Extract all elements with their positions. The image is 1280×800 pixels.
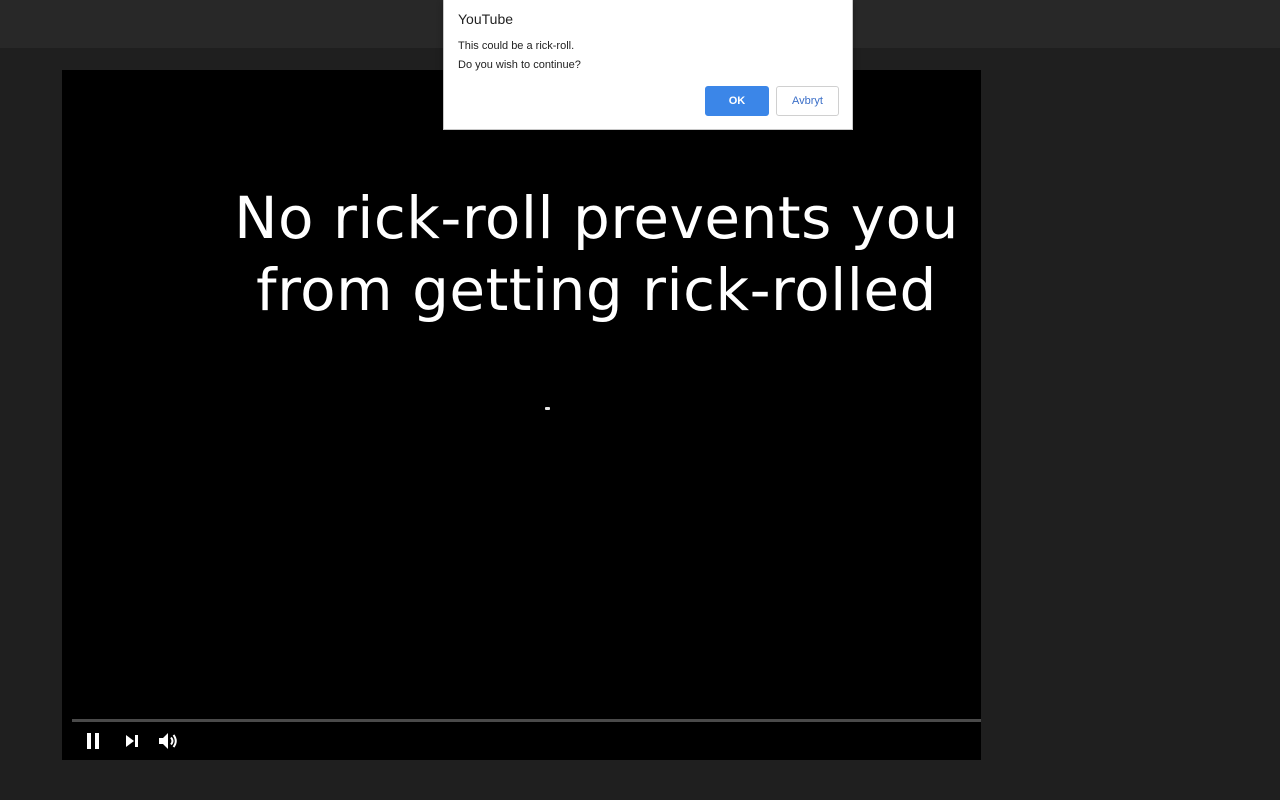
volume-button[interactable]: [156, 729, 180, 753]
dialog-message: This could be a rick-roll. Do you wish t…: [458, 37, 581, 75]
caption-line-2: from getting rick-rolled: [256, 256, 937, 324]
video-caption: No rick-roll prevents you from getting r…: [62, 182, 981, 326]
page: No rick-roll prevents you from getting r…: [0, 0, 1280, 800]
alert-dialog: YouTube This could be a rick-roll. Do yo…: [443, 0, 853, 130]
caption-line-1: No rick-roll prevents you: [234, 184, 959, 252]
next-icon: [120, 729, 144, 753]
loading-spinner: [545, 407, 550, 410]
next-button[interactable]: [120, 729, 144, 753]
video-player[interactable]: No rick-roll prevents you from getting r…: [62, 70, 981, 760]
pause-icon: [82, 729, 106, 753]
dialog-message-line-2: Do you wish to continue?: [458, 59, 581, 71]
dialog-message-line-1: This could be a rick-roll.: [458, 40, 575, 52]
cancel-button[interactable]: Avbryt: [776, 86, 839, 116]
player-controls: [62, 722, 981, 760]
pause-button[interactable]: [82, 729, 106, 753]
volume-icon: [156, 729, 180, 753]
ok-button[interactable]: OK: [705, 86, 769, 116]
dialog-title: YouTube: [458, 11, 514, 27]
